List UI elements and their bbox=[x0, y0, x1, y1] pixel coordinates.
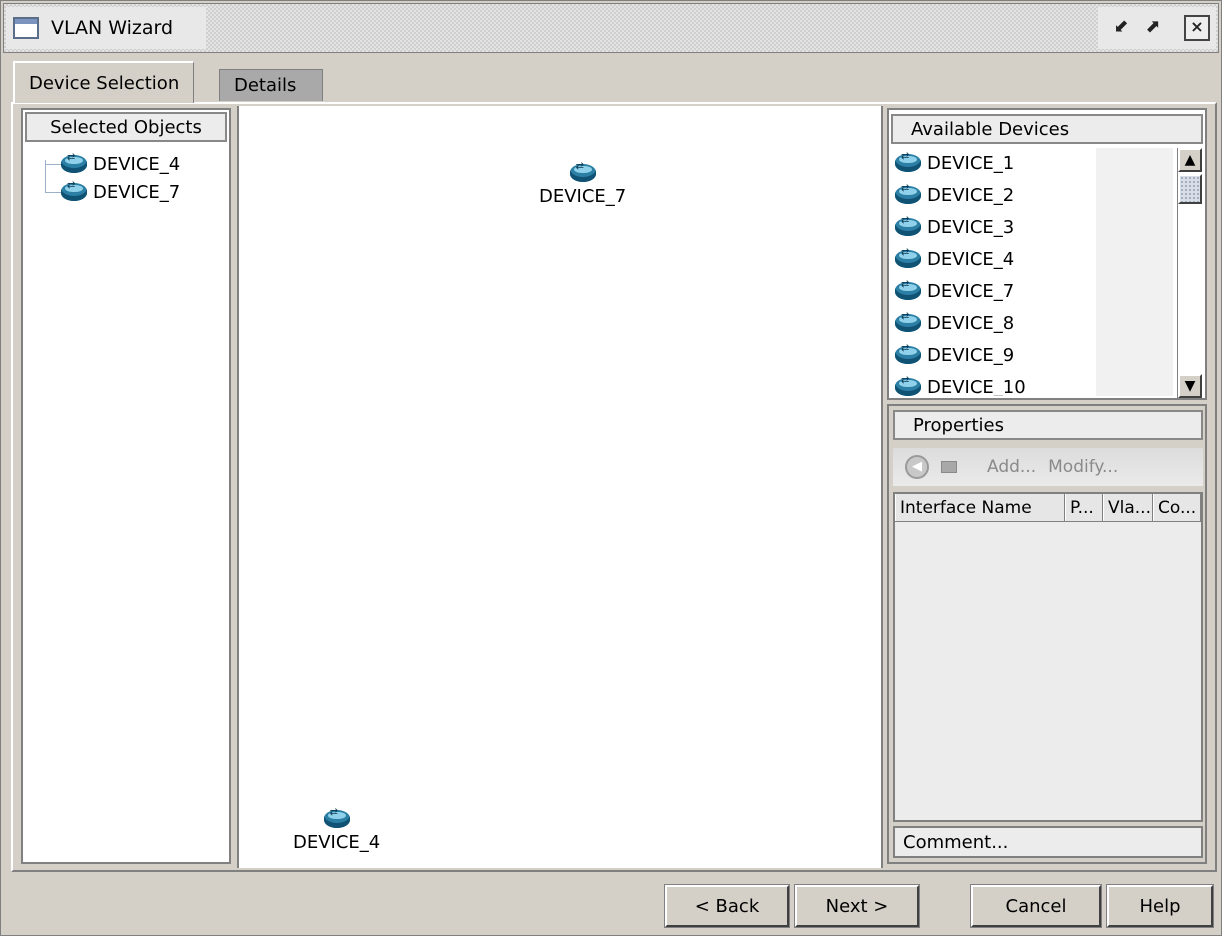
tree-item[interactable]: DEVICE_4 bbox=[61, 150, 180, 178]
tab-device-selection[interactable]: Device Selection bbox=[13, 61, 195, 103]
router-icon bbox=[569, 161, 596, 182]
list-scrollbar[interactable]: ▲ ▼ bbox=[1177, 148, 1202, 398]
column-header[interactable]: Vla... bbox=[1103, 494, 1153, 521]
list-item[interactable]: DEVICE_2 bbox=[895, 180, 1014, 210]
list-item[interactable]: DEVICE_9 bbox=[895, 340, 1014, 370]
router-icon bbox=[895, 375, 921, 396]
router-icon bbox=[895, 215, 921, 236]
canvas-node[interactable]: DEVICE_4 bbox=[293, 807, 381, 853]
list-item-label: DEVICE_10 bbox=[927, 376, 1026, 397]
router-icon bbox=[895, 311, 921, 332]
available-devices-header: Available Devices bbox=[891, 114, 1203, 144]
router-icon bbox=[323, 807, 350, 828]
next-button[interactable]: Next > bbox=[794, 884, 920, 928]
list-item-label: DEVICE_3 bbox=[927, 216, 1015, 238]
column-header[interactable]: Co... bbox=[1153, 494, 1201, 521]
list-item-label: DEVICE_9 bbox=[927, 344, 1015, 366]
maximize-icon[interactable]: ⬈ bbox=[1140, 15, 1166, 41]
window-title: VLAN Wizard bbox=[51, 17, 174, 39]
cancel-button[interactable]: Cancel bbox=[970, 884, 1102, 928]
tree-item-label: DEVICE_4 bbox=[93, 153, 181, 175]
window-icon bbox=[13, 17, 39, 39]
list-item[interactable]: DEVICE_1 bbox=[895, 148, 1014, 178]
properties-header: Properties bbox=[893, 410, 1203, 440]
back-arrow-icon[interactable]: ◀ bbox=[905, 455, 929, 479]
title-bar[interactable]: VLAN Wizard ⬋ ⬈ × bbox=[3, 3, 1219, 53]
selected-objects-header: Selected Objects bbox=[25, 112, 227, 142]
router-icon bbox=[895, 247, 921, 268]
back-button[interactable]: < Back bbox=[664, 884, 790, 928]
add-button[interactable]: Add... bbox=[987, 457, 1036, 477]
list-item-label: DEVICE_8 bbox=[927, 312, 1015, 334]
list-item-label: DEVICE_4 bbox=[927, 248, 1015, 270]
scroll-thumb[interactable] bbox=[1178, 174, 1202, 204]
router-icon bbox=[61, 180, 87, 201]
list-item[interactable]: DEVICE_7 bbox=[895, 276, 1014, 306]
list-item[interactable]: DEVICE_10 bbox=[895, 372, 1026, 396]
float-window-icon[interactable]: ⬋ bbox=[1108, 15, 1134, 41]
scroll-up-icon[interactable]: ▲ bbox=[1178, 148, 1202, 172]
list-item[interactable]: DEVICE_3 bbox=[895, 212, 1014, 242]
available-devices-list[interactable]: DEVICE_1 DEVICE_2 DEVICE_3 DEVICE_4 DEVI… bbox=[891, 148, 1173, 396]
node-label: DEVICE_4 bbox=[293, 832, 381, 853]
canvas-node[interactable]: DEVICE_7 bbox=[539, 161, 627, 207]
router-icon bbox=[895, 183, 921, 204]
close-icon[interactable]: × bbox=[1184, 15, 1210, 41]
title-controls: ⬋ ⬈ × bbox=[1098, 7, 1216, 49]
remove-icon[interactable] bbox=[941, 461, 957, 473]
column-header[interactable]: P... bbox=[1065, 494, 1103, 521]
tree-item[interactable]: DEVICE_7 bbox=[61, 178, 180, 206]
tree-item-label: DEVICE_7 bbox=[93, 181, 181, 203]
vlan-wizard-window: VLAN Wizard ⬋ ⬈ × Device Selection Detai… bbox=[0, 0, 1222, 936]
column-header[interactable]: Interface Name bbox=[895, 494, 1065, 521]
list-item[interactable]: DEVICE_8 bbox=[895, 308, 1014, 338]
properties-toolbar: ◀ Add... Modify... bbox=[893, 448, 1203, 486]
modify-button[interactable]: Modify... bbox=[1048, 457, 1118, 477]
list-item-label: DEVICE_1 bbox=[927, 152, 1015, 174]
properties-panel: Properties ◀ Add... Modify... Interface … bbox=[887, 404, 1207, 864]
node-label: DEVICE_7 bbox=[539, 186, 627, 207]
topology-canvas[interactable]: DEVICE_7 DEVICE_4 bbox=[237, 106, 883, 868]
router-icon bbox=[61, 152, 87, 173]
list-item-label: DEVICE_7 bbox=[927, 280, 1015, 302]
title-left: VLAN Wizard bbox=[6, 7, 206, 49]
available-devices-panel: Available Devices DEVICE_1 DEVICE_2 DEVI… bbox=[887, 108, 1207, 400]
list-shade bbox=[1096, 148, 1173, 396]
interfaces-table[interactable]: Interface Name P... Vla... Co... bbox=[893, 492, 1203, 822]
table-header: Interface Name P... Vla... Co... bbox=[895, 494, 1201, 522]
tab-details[interactable]: Details bbox=[219, 69, 323, 101]
help-button[interactable]: Help bbox=[1106, 884, 1214, 928]
selected-objects-panel: Selected Objects DEVICE_4 DEVICE_7 bbox=[21, 108, 231, 864]
router-icon bbox=[895, 279, 921, 300]
router-icon bbox=[895, 343, 921, 364]
router-icon bbox=[895, 151, 921, 172]
list-item-label: DEVICE_2 bbox=[927, 184, 1015, 206]
tab-content: Selected Objects DEVICE_4 DEVICE_7 DEVIC… bbox=[11, 102, 1217, 872]
comment-field[interactable]: Comment... bbox=[893, 826, 1203, 858]
scroll-down-icon[interactable]: ▼ bbox=[1178, 374, 1202, 398]
list-item[interactable]: DEVICE_4 bbox=[895, 244, 1014, 274]
